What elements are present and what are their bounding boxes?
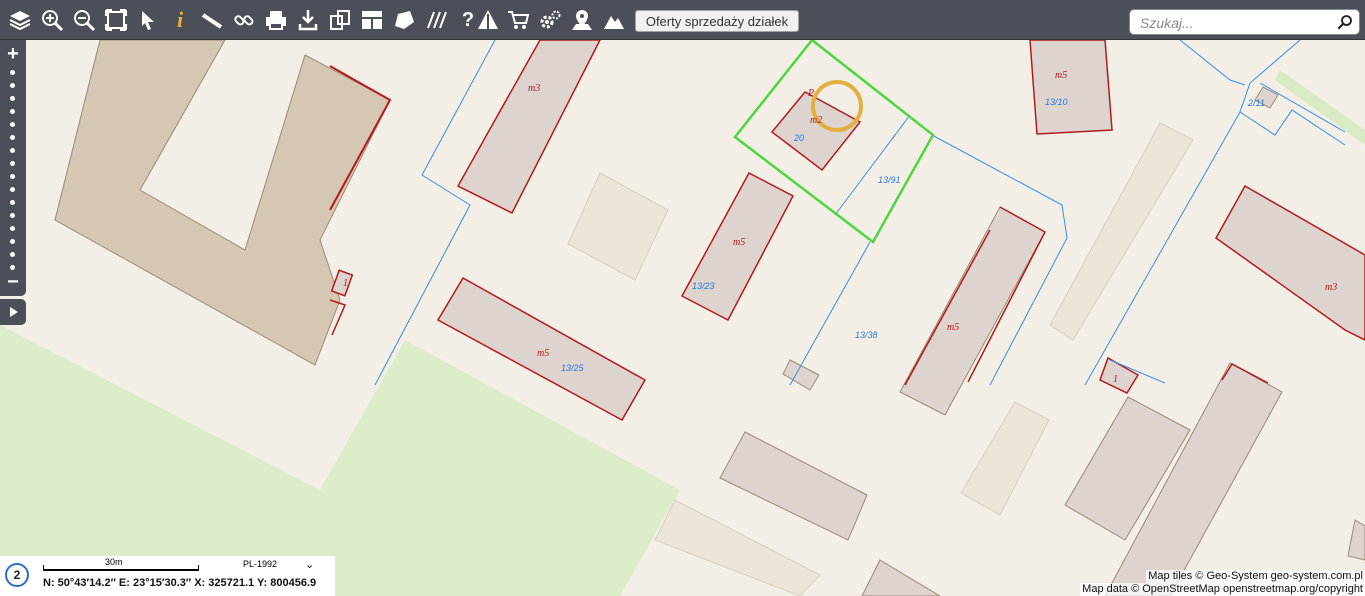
building-m5-topright	[1029, 39, 1113, 135]
zoom-level-dot[interactable]	[10, 122, 15, 127]
link-icon[interactable]	[231, 7, 257, 33]
toolbar: i ? Oferty sprzedaży działek	[0, 0, 1365, 40]
print-icon[interactable]	[263, 7, 289, 33]
zoom-level-dot[interactable]	[10, 148, 15, 153]
search-box	[1129, 9, 1360, 35]
building-label: m5	[733, 237, 745, 248]
hatch-icon[interactable]	[423, 7, 449, 33]
building-label: 1	[343, 278, 348, 289]
parcel-label: 13/10	[1045, 97, 1068, 107]
scale-bar	[43, 565, 199, 571]
parcel-label: 20	[793, 133, 804, 143]
search-input[interactable]	[1138, 13, 1337, 33]
tiles-attribution: Map tiles © Geo-System geo-system.com.pl	[1146, 570, 1365, 583]
zoom-level-dot[interactable]	[10, 239, 15, 244]
zoom-level-dot[interactable]	[10, 109, 15, 114]
zoom-in-icon[interactable]	[39, 7, 65, 33]
zoom-out-button[interactable]: −	[0, 272, 26, 292]
zoom-level-dot[interactable]	[10, 135, 15, 140]
cart-icon[interactable]	[505, 7, 531, 33]
building-label: m5	[947, 322, 959, 333]
search-icon[interactable]	[1336, 13, 1354, 31]
info-icon[interactable]: i	[167, 7, 193, 33]
zoom-level-dot[interactable]	[10, 226, 15, 231]
projection-select[interactable]: PL-1992	[243, 559, 277, 569]
zoom-level-dot[interactable]	[10, 96, 15, 101]
building-label: m5	[537, 348, 549, 359]
zoom-level-dot[interactable]	[10, 70, 15, 75]
pointer-icon[interactable]	[135, 7, 161, 33]
map-canvas[interactable]: m3 m5 m2 m5 m5 m3 m5 1 1 P 13/10 2/11 20…	[0, 0, 1365, 596]
zoom-level-dot[interactable]	[10, 252, 15, 257]
coordinate-panel: 2 30m PL-1992 ⌄ N: 50°43′14.2″ E: 23°15′…	[0, 556, 335, 596]
zoom-slider-panel: + −	[0, 40, 26, 296]
settings-icon[interactable]	[537, 7, 563, 33]
zoom-level-dot[interactable]	[10, 174, 15, 179]
layers-icon[interactable]	[7, 7, 33, 33]
layout-icon[interactable]	[359, 7, 385, 33]
attribution: Map tiles © Geo-System geo-system.com.pl…	[1080, 570, 1365, 596]
sign-icon[interactable]	[475, 7, 501, 33]
parcel-label: 2/11	[1247, 98, 1265, 108]
parcel-label: 13/38	[855, 330, 878, 340]
building-label: 1	[1113, 374, 1118, 385]
zoom-level-dot[interactable]	[10, 213, 15, 218]
info-circle-badge[interactable]: 2	[5, 563, 29, 587]
copy-icon[interactable]	[327, 7, 353, 33]
building-label: m3	[528, 83, 540, 94]
zoom-out-icon[interactable]	[71, 7, 97, 33]
building-label: m5	[1055, 70, 1067, 81]
terrain-icon[interactable]	[601, 7, 627, 33]
zoom-in-button[interactable]: +	[0, 44, 26, 64]
zoom-level-dot[interactable]	[10, 83, 15, 88]
building-label: m2	[810, 115, 822, 126]
building-label: m3	[1325, 282, 1337, 293]
zoom-extent-icon[interactable]	[103, 7, 129, 33]
zoom-level-dot[interactable]	[10, 200, 15, 205]
chevron-down-icon[interactable]: ⌄	[305, 558, 314, 571]
parcel-label: 13/25	[561, 363, 585, 373]
data-attribution[interactable]: Map data © OpenStreetMap openstreetmap.o…	[1080, 583, 1365, 596]
measure-icon[interactable]	[199, 7, 225, 33]
zoom-level-dot[interactable]	[10, 161, 15, 166]
building-label: P	[807, 88, 814, 99]
zoom-level-dot[interactable]	[10, 265, 15, 270]
expand-panel-button[interactable]	[0, 299, 26, 325]
offers-button[interactable]: Oferty sprzedaży działek	[635, 10, 799, 32]
coordinates-readout: N: 50°43′14.2″ E: 23°15′30.3″ X: 325721.…	[43, 577, 317, 589]
area-icon[interactable]	[391, 7, 417, 33]
parcel-label: 13/23	[692, 281, 715, 291]
map-pin-icon[interactable]	[569, 7, 595, 33]
download-icon[interactable]	[295, 7, 321, 33]
parcel-label: 13/91	[878, 175, 901, 185]
zoom-level-dot[interactable]	[10, 187, 15, 192]
